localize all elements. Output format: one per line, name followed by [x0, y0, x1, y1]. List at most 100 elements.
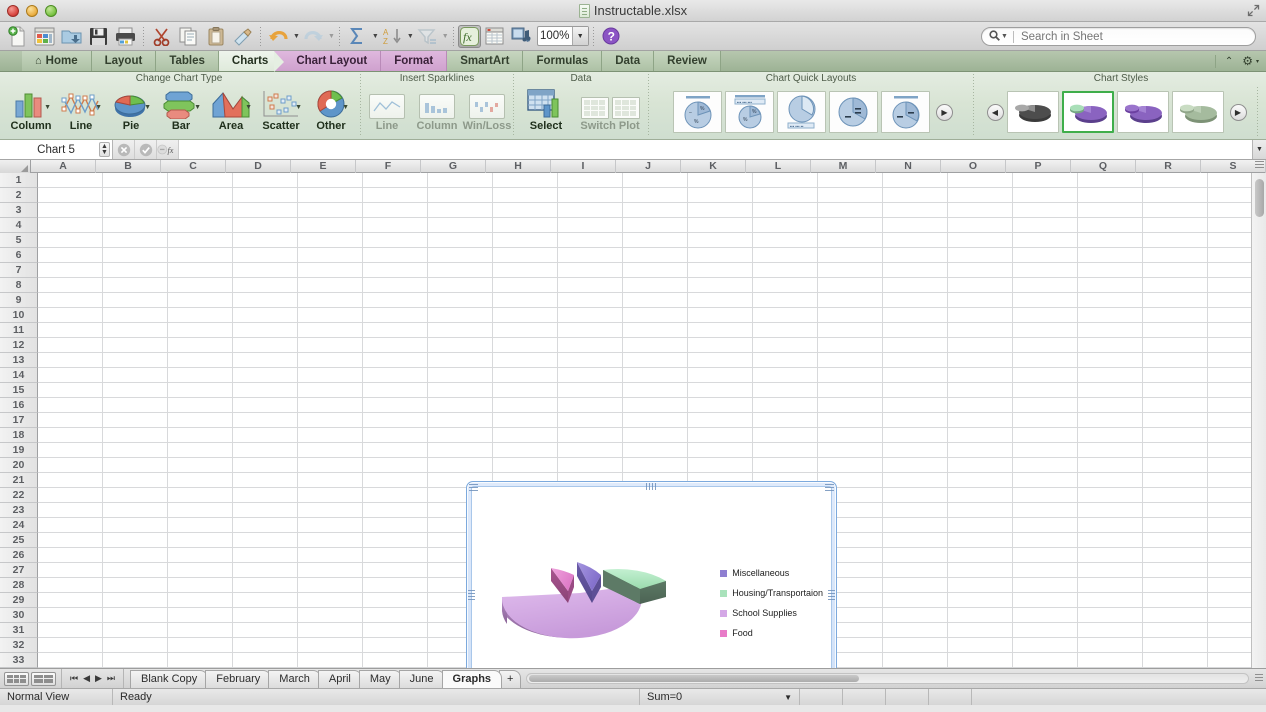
tab-review[interactable]: Review: [654, 51, 721, 71]
cancel-x-icon[interactable]: [113, 140, 135, 159]
select-data-button[interactable]: Select: [517, 85, 575, 132]
row-header-25[interactable]: 25: [0, 533, 38, 548]
row-header-12[interactable]: 12: [0, 338, 38, 353]
chevron-down-icon[interactable]: ▼: [295, 104, 302, 111]
undo-dropdown-caret[interactable]: ▼: [293, 33, 300, 40]
page-layout-view-button[interactable]: [31, 671, 56, 686]
sort-dropdown-caret[interactable]: ▼: [407, 33, 414, 40]
scrollbar-grip[interactable]: [1252, 669, 1266, 688]
row-header-19[interactable]: 19: [0, 443, 38, 458]
media-browser-icon[interactable]: [508, 24, 535, 49]
fullscreen-icon[interactable]: [1247, 4, 1260, 17]
chevron-down-icon[interactable]: ▼: [44, 104, 51, 111]
legend-item-housing-transportation[interactable]: Housing/Transportaion: [720, 583, 823, 603]
chart-type-column-button[interactable]: ▼ Column: [6, 85, 56, 132]
chevron-down-icon[interactable]: ▼: [95, 104, 102, 111]
row-header-7[interactable]: 7: [0, 263, 38, 278]
last-sheet-button[interactable]: ⏭: [107, 673, 115, 684]
chart-legend[interactable]: Miscellaneous Housing/Transportaion Scho…: [720, 563, 823, 643]
sparkline-line-button[interactable]: Line: [362, 85, 412, 132]
search-in-sheet-box[interactable]: ▼: [981, 27, 1256, 46]
row-header-13[interactable]: 13: [0, 353, 38, 368]
horizontal-scrollbar-track[interactable]: [526, 673, 1249, 684]
row-header-22[interactable]: 22: [0, 488, 38, 503]
next-sheet-button[interactable]: ▶: [95, 673, 102, 684]
gear-dropdown-caret[interactable]: ▾: [1256, 58, 1259, 65]
open-folder-icon[interactable]: [58, 24, 85, 49]
tab-formulas[interactable]: Formulas: [523, 51, 603, 71]
column-header-d[interactable]: D: [226, 160, 291, 173]
vertical-scrollbar-thumb[interactable]: [1255, 179, 1264, 217]
chart-style-purple[interactable]: [1116, 91, 1169, 133]
sort-az-icon[interactable]: A Z: [379, 24, 406, 49]
column-header-e[interactable]: E: [291, 160, 356, 173]
printer-icon[interactable]: [112, 24, 139, 49]
row-header-26[interactable]: 26: [0, 548, 38, 563]
tab-smartart[interactable]: SmartArt: [447, 51, 524, 71]
row-header-16[interactable]: 16: [0, 398, 38, 413]
chart-plot-area[interactable]: Miscellaneous Housing/Transportaion Scho…: [471, 486, 832, 668]
quick-layout-3[interactable]: ▪▪▪ ▪▪▪ ▪▪: [777, 91, 826, 133]
name-box-stepper[interactable]: ▲ ▼: [99, 142, 110, 157]
resize-handle-north[interactable]: [645, 483, 658, 490]
chart-style-grey[interactable]: [1006, 91, 1059, 133]
row-header-30[interactable]: 30: [0, 608, 38, 623]
column-header-j[interactable]: J: [616, 160, 681, 173]
autosum-dropdown-caret[interactable]: ▼: [372, 33, 379, 40]
status-sum-caret[interactable]: ▼: [784, 693, 792, 702]
row-header-28[interactable]: 28: [0, 578, 38, 593]
tab-format[interactable]: Format: [381, 51, 448, 71]
resize-handle-east[interactable]: [828, 590, 835, 602]
legend-item-food[interactable]: Food: [720, 623, 823, 643]
row-header-21[interactable]: 21: [0, 473, 38, 488]
formula-input[interactable]: [179, 140, 1252, 159]
row-header-32[interactable]: 32: [0, 638, 38, 653]
column-header-n[interactable]: N: [876, 160, 941, 173]
column-header-o[interactable]: O: [941, 160, 1006, 173]
sheet-tab-april[interactable]: April: [317, 670, 362, 688]
row-header-31[interactable]: 31: [0, 623, 38, 638]
chevron-down-icon[interactable]: ▼: [342, 104, 349, 111]
status-sum[interactable]: Sum=0 ▼: [640, 689, 800, 705]
tab-chart-layout[interactable]: Chart Layout: [274, 51, 382, 71]
column-header-h[interactable]: H: [486, 160, 551, 173]
undo-arrow-icon[interactable]: [265, 24, 292, 49]
search-magnifier-icon[interactable]: [989, 29, 1000, 44]
save-floppy-icon[interactable]: [85, 24, 112, 49]
quick-layout-2[interactable]: ▪▪▪ ▪▪▪ ▪▪▪ % %: [725, 91, 774, 133]
chart-type-line-button[interactable]: ▼ Line: [56, 85, 106, 132]
name-box[interactable]: Chart 5 ▲ ▼: [0, 140, 113, 159]
chevron-up-icon[interactable]: ⌃: [1225, 56, 1233, 67]
chart-styles-prev-button[interactable]: ◀: [986, 103, 1004, 121]
accept-check-icon[interactable]: [135, 140, 157, 159]
column-header-i[interactable]: I: [551, 160, 616, 173]
search-scope-caret[interactable]: ▼: [1001, 33, 1008, 40]
row-header-3[interactable]: 3: [0, 203, 38, 218]
quick-layout-5[interactable]: [881, 91, 930, 133]
row-header-14[interactable]: 14: [0, 368, 38, 383]
row-header-2[interactable]: 2: [0, 188, 38, 203]
row-header-18[interactable]: 18: [0, 428, 38, 443]
row-header-29[interactable]: 29: [0, 593, 38, 608]
sheet-tab-blank-copy[interactable]: Blank Copy: [130, 670, 209, 688]
row-header-33[interactable]: 33: [0, 653, 38, 668]
add-sheet-button[interactable]: +: [499, 670, 522, 688]
sheet-tab-february[interactable]: February: [205, 670, 272, 688]
row-header-6[interactable]: 6: [0, 248, 38, 263]
sheet-tab-graphs[interactable]: Graphs: [441, 670, 503, 688]
column-header-l[interactable]: L: [746, 160, 811, 173]
redo-dropdown-caret[interactable]: ▼: [328, 33, 335, 40]
quick-layout-4[interactable]: [829, 91, 878, 133]
sheet-tab-may[interactable]: May: [358, 670, 402, 688]
quick-layout-1[interactable]: % – %: [673, 91, 722, 133]
chart-style-green[interactable]: [1171, 91, 1224, 133]
row-header-1[interactable]: 1: [0, 173, 38, 188]
fx-icon[interactable]: fx: [157, 140, 179, 159]
fx-icon[interactable]: fx: [457, 24, 481, 48]
pie-chart-graphic[interactable]: [488, 529, 688, 668]
tab-home[interactable]: ⌂ Home: [22, 51, 92, 71]
tab-charts[interactable]: Charts: [218, 51, 285, 72]
funnel-icon[interactable]: [414, 24, 441, 49]
horizontal-scrollbar-thumb[interactable]: [529, 675, 860, 682]
normal-view-button[interactable]: [4, 671, 29, 686]
